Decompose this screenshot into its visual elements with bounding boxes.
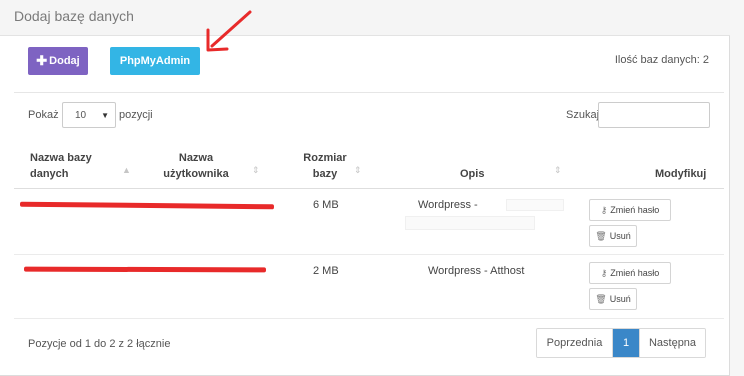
panel-header: Dodaj bazę danych (0, 0, 730, 36)
page-1-button[interactable]: 1 (613, 329, 639, 357)
search-label: Szukaj: (566, 109, 603, 121)
next-page-button[interactable]: Następna (639, 329, 705, 357)
column-header-db-name[interactable]: Nazwa bazy danych (30, 150, 92, 182)
panel-title: Dodaj bazę danych (14, 8, 134, 24)
redaction-block (506, 199, 564, 211)
row-divider (14, 254, 724, 255)
trash-icon: 🗑 (595, 230, 607, 241)
redaction-mark (23, 266, 267, 273)
change-password-button[interactable]: ⚷ Zmień hasło (589, 199, 671, 221)
page-length-value: 10 (75, 110, 87, 121)
plus-icon: ✚ (36, 53, 48, 68)
table-info: Pozycje od 1 do 2 z 2 łącznie (28, 338, 171, 350)
caret-down-icon: ▼ (101, 111, 109, 120)
column-header-username[interactable]: Nazwa użytkownika (158, 150, 234, 182)
key-icon: ⚷ (600, 204, 608, 215)
page-length-select[interactable]: 10 ▼ (62, 102, 116, 128)
sort-both-icon: ⇕ (252, 165, 260, 175)
column-header-description[interactable]: Opis (460, 166, 484, 182)
databases-panel: Dodaj bazę danych ✚ Dodaj PhpMyAdmin Ilo… (0, 0, 730, 376)
key-icon: ⚷ (600, 267, 608, 278)
db-size-cell: 6 MB (313, 199, 339, 211)
redaction-block (405, 216, 535, 230)
sort-both-icon: ⇕ (354, 165, 362, 175)
previous-page-button[interactable]: Poprzednia (537, 329, 613, 357)
column-header-size[interactable]: Rozmiar bazy (302, 150, 348, 182)
trash-icon: 🗑 (595, 293, 607, 304)
description-cell: Wordpress - (418, 199, 478, 211)
db-size-cell: 2 MB (313, 265, 339, 277)
delete-button[interactable]: 🗑 Usuń (589, 225, 637, 247)
length-menu-prefix: Pokaż (28, 109, 59, 121)
change-password-button[interactable]: ⚷ Zmień hasło (589, 262, 671, 284)
divider (14, 92, 724, 93)
pagination: Poprzednia 1 Następna (536, 328, 706, 358)
header-divider (14, 188, 724, 189)
sort-both-icon: ⇕ (554, 165, 562, 175)
phpmyadmin-button-label: PhpMyAdmin (119, 55, 191, 67)
add-database-button[interactable]: ✚ Dodaj (28, 47, 88, 75)
database-count: Ilość baz danych: 2 (614, 54, 709, 66)
add-button-label: Dodaj (49, 55, 80, 67)
column-header-modify: Modyfikuj (655, 168, 707, 180)
row-divider (14, 318, 724, 319)
annotation-arrow-icon (206, 10, 252, 52)
length-menu-suffix: pozycji (119, 109, 153, 121)
description-cell: Wordpress - Atthost (428, 265, 525, 277)
sort-asc-icon: ▲ (122, 165, 131, 175)
search-input[interactable] (598, 102, 710, 128)
phpmyadmin-button[interactable]: PhpMyAdmin (110, 47, 200, 75)
redaction-mark (19, 201, 275, 210)
delete-button[interactable]: 🗑 Usuń (589, 288, 637, 310)
